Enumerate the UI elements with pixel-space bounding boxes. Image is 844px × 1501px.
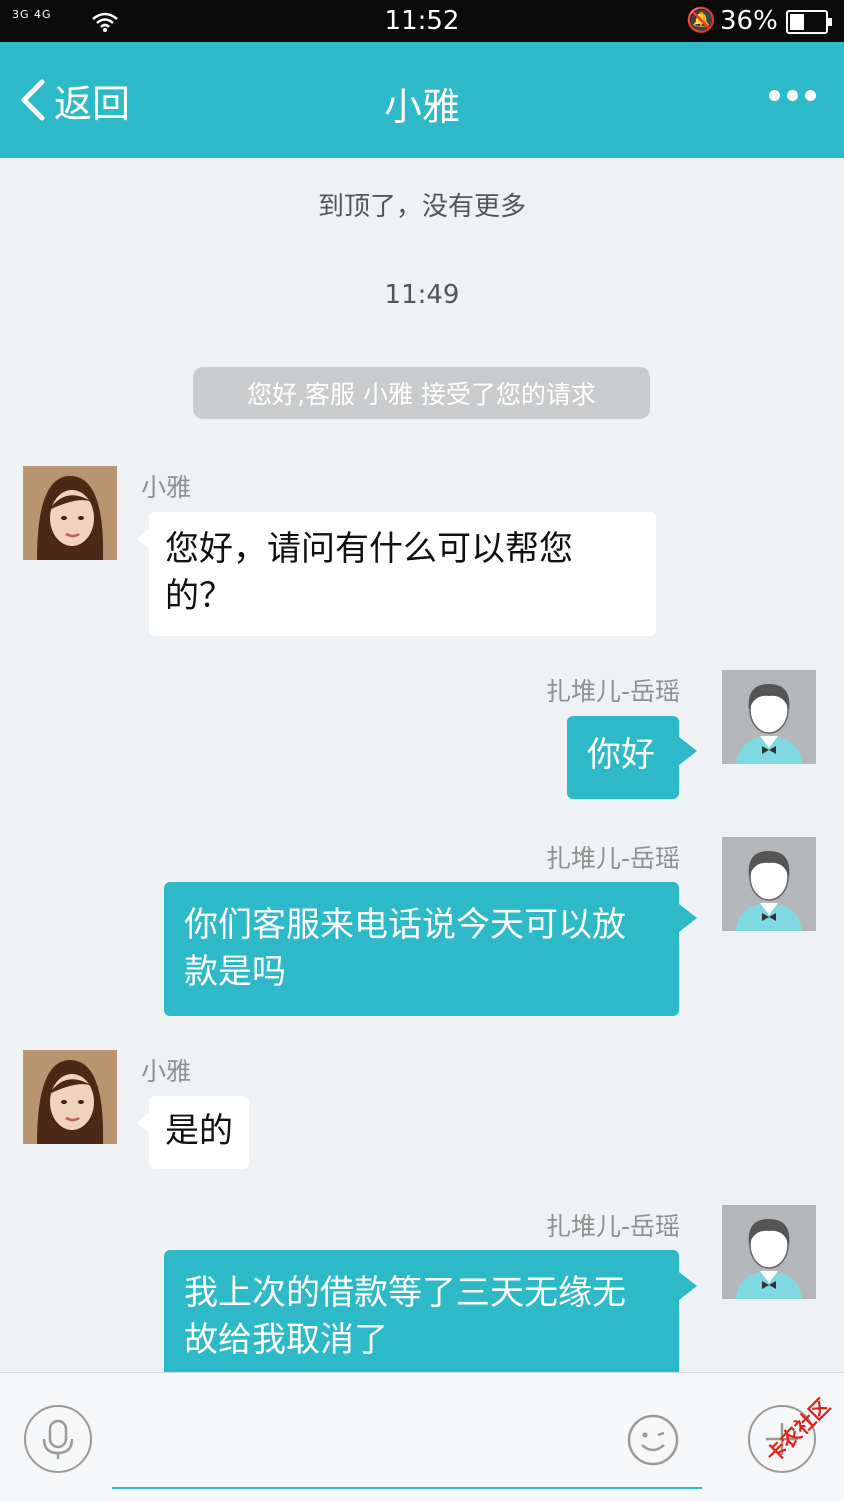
message-bubble[interactable]: 你们客服来电话说今天可以放款是吗 bbox=[164, 882, 679, 1016]
mic-button[interactable] bbox=[24, 1405, 92, 1473]
sender-name: 小雅 bbox=[141, 1057, 192, 1086]
chat-area[interactable]: 到顶了，没有更多 11:49 您好,客服 小雅 接受了您的请求 小雅 您好，请问… bbox=[0, 158, 844, 1372]
agent-avatar[interactable] bbox=[23, 466, 117, 560]
sender-name: 扎堆儿-岳瑶 bbox=[546, 1212, 681, 1241]
bell-off-icon: 🔕 bbox=[686, 6, 716, 34]
user-avatar[interactable] bbox=[722, 670, 816, 764]
mic-icon bbox=[42, 1419, 74, 1459]
emoji-icon bbox=[627, 1414, 679, 1466]
timestamp: 11:49 bbox=[384, 280, 460, 310]
battery-icon bbox=[786, 10, 832, 34]
sender-name: 扎堆儿-岳瑶 bbox=[546, 844, 681, 873]
more-dots-icon[interactable] bbox=[769, 90, 816, 101]
status-bar: 3G 4G 11:52 🔕 36% bbox=[0, 0, 844, 42]
message-bubble[interactable]: 是的 bbox=[149, 1096, 249, 1169]
header: 返回 小雅 bbox=[0, 42, 844, 158]
message-bubble[interactable]: 我上次的借款等了三天无缘无故给我取消了 bbox=[164, 1250, 679, 1372]
input-bar: 卡农社区 bbox=[0, 1372, 844, 1501]
message-bubble[interactable]: 您好，请问有什么可以帮您的？ bbox=[149, 512, 656, 636]
sender-name: 小雅 bbox=[141, 473, 192, 502]
battery-percent: 36% bbox=[720, 6, 778, 36]
battery-fill bbox=[790, 14, 804, 30]
top-notice: 到顶了，没有更多 bbox=[317, 192, 526, 222]
sender-name: 扎堆儿-岳瑶 bbox=[546, 677, 681, 706]
message-bubble[interactable]: 你好 bbox=[567, 716, 679, 799]
system-message: 您好,客服 小雅 接受了您的请求 bbox=[193, 367, 650, 419]
page-title: 小雅 bbox=[383, 85, 460, 129]
user-avatar[interactable] bbox=[722, 1205, 816, 1299]
status-time: 11:52 bbox=[384, 6, 460, 36]
agent-avatar[interactable] bbox=[23, 1050, 117, 1144]
user-avatar[interactable] bbox=[722, 837, 816, 931]
emoji-button[interactable] bbox=[626, 1413, 680, 1467]
message-input[interactable] bbox=[112, 1401, 702, 1489]
